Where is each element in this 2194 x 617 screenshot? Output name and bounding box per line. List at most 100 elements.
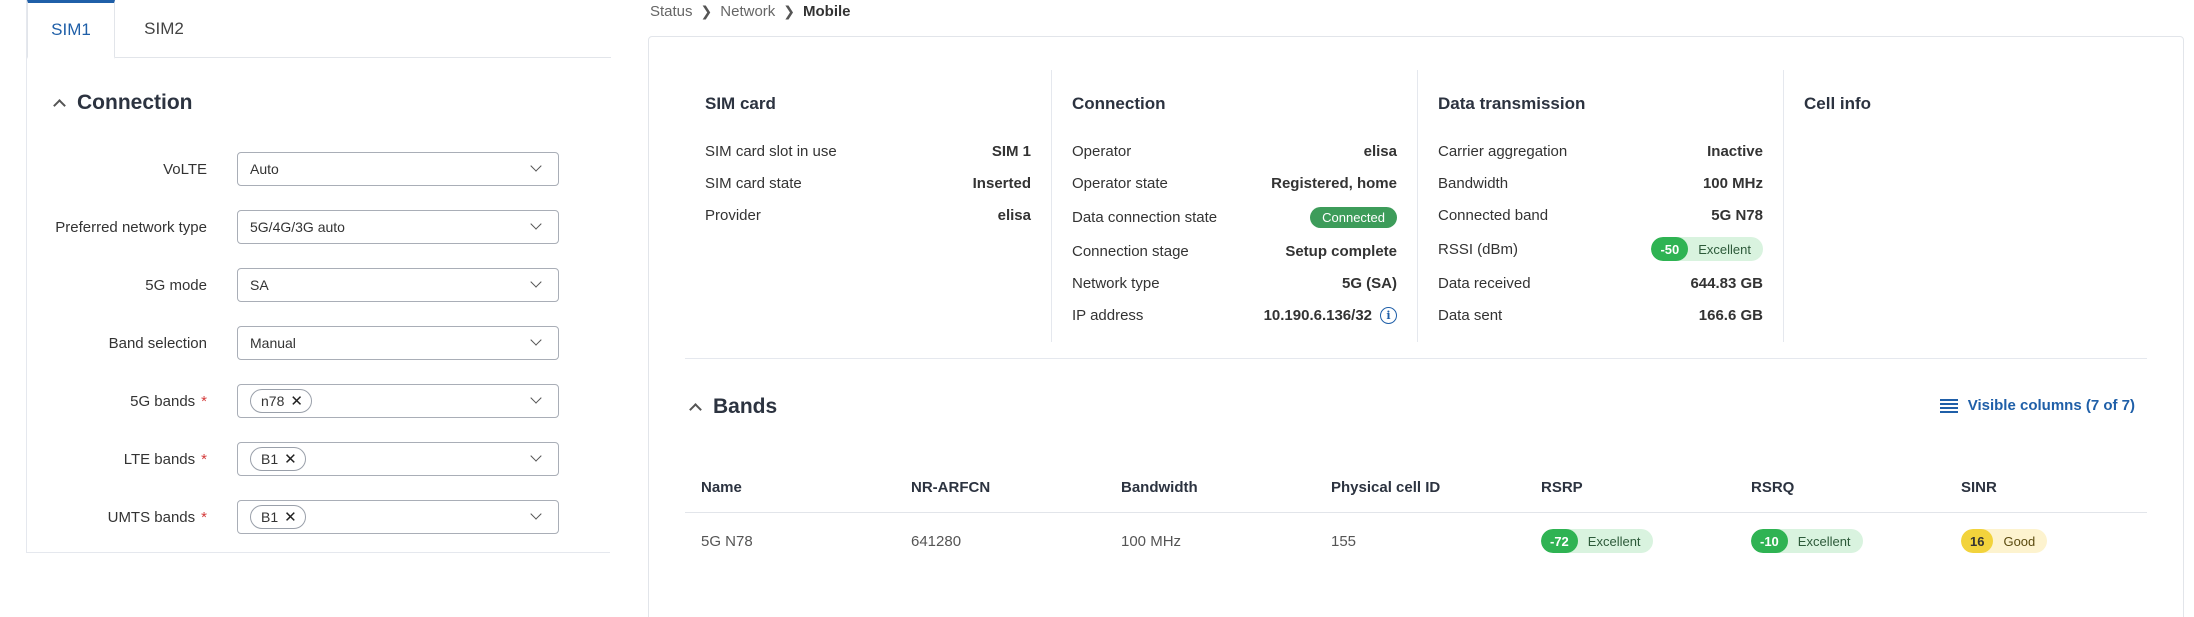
kv-value: 10.190.6.136/32 <box>1263 306 1372 324</box>
band-selection-select[interactable]: Manual <box>237 326 559 360</box>
kv-value: SIM 1 <box>991 142 1031 160</box>
operator-state-row: Operator state Registered, home <box>1072 170 1397 196</box>
breadcrumb-status[interactable]: Status <box>650 3 693 20</box>
kv-key: Bandwidth <box>1438 174 1509 192</box>
tab-sim2[interactable]: SIM2 <box>115 0 213 58</box>
cell-info-column: Cell info <box>1783 70 2149 342</box>
umts-bands-label: UMTS bands * <box>107 508 207 526</box>
kv-key: Operator <box>1072 142 1132 160</box>
table-header: Name NR-ARFCN Bandwidth Physical cell ID… <box>685 463 2147 513</box>
5g-mode-select[interactable]: SA <box>237 268 559 302</box>
connected-band-row: Connected band 5G N78 <box>1438 202 1763 228</box>
remove-chip-icon[interactable]: ✕ <box>284 510 297 525</box>
chip-label: B1 <box>261 509 279 525</box>
mobile-status-card: SIM card SIM card slot in use SIM 1 SIM c… <box>648 36 2184 617</box>
5g-mode-value: SA <box>250 277 269 293</box>
remove-chip-icon[interactable]: ✕ <box>284 452 297 467</box>
cell-rsrp: -72 Excellent <box>1541 513 1653 569</box>
kv-value: elisa <box>1363 142 1397 160</box>
column-header-name[interactable]: Name <box>701 463 742 512</box>
status-badge: Connected <box>1310 206 1397 228</box>
5g-mode-row: 5G mode SA <box>27 268 611 302</box>
pill-label: Excellent <box>1797 533 1851 549</box>
kv-key: Carrier aggregation <box>1438 142 1568 160</box>
breadcrumb-network[interactable]: Network <box>720 3 775 20</box>
visible-columns-button[interactable]: Visible columns (7 of 7) <box>1939 397 2135 414</box>
preferred-network-type-select[interactable]: 5G/4G/3G auto <box>237 210 559 244</box>
kv-key: Data sent <box>1438 306 1503 324</box>
column-header-physical-cell-id[interactable]: Physical cell ID <box>1331 463 1440 512</box>
kv-key: SIM card state <box>705 174 802 192</box>
pill-value: 16 <box>1961 529 1994 553</box>
cell-rsrq: -10 Excellent <box>1751 513 1863 569</box>
5g-bands-row: 5G bands * n78 ✕ <box>27 384 611 418</box>
remove-chip-icon[interactable]: ✕ <box>290 394 303 409</box>
chevron-down-icon <box>532 337 542 347</box>
5g-bands-multiselect[interactable]: n78 ✕ <box>237 384 559 418</box>
columns-list-icon <box>1939 398 1958 413</box>
kv-value: 100 MHz <box>1702 174 1763 192</box>
kv-value: Setup complete <box>1285 242 1397 260</box>
kv-key: Data received <box>1438 274 1531 292</box>
column-header-rsrq[interactable]: RSRQ <box>1751 463 1794 512</box>
lte-bands-multiselect[interactable]: B1 ✕ <box>237 442 559 476</box>
chip-label: B1 <box>261 451 279 467</box>
kv-key: Provider <box>705 206 761 224</box>
volte-select[interactable]: Auto <box>237 152 559 186</box>
kv-value: 5G (SA) <box>1341 274 1397 292</box>
network-type-row: Network type 5G (SA) <box>1072 270 1397 296</box>
info-icon[interactable]: i <box>1380 306 1397 324</box>
chip-label: n78 <box>261 393 285 409</box>
kv-value: 166.6 GB <box>1698 306 1763 324</box>
rssi-row: RSSI (dBm) -50 Excellent <box>1438 236 1763 262</box>
required-marker: * <box>201 392 207 410</box>
bands-table: Name NR-ARFCN Bandwidth Physical cell ID… <box>685 463 2147 569</box>
kv-value: Inserted <box>972 174 1031 192</box>
pill-label: Excellent <box>1587 533 1641 549</box>
connection-section-toggle[interactable]: Connection <box>53 91 193 115</box>
band-selection-label: Band selection <box>108 334 207 352</box>
cell-bandwidth: 100 MHz <box>1121 532 1182 550</box>
sim-card-title: SIM card <box>705 94 776 113</box>
volte-value: Auto <box>250 161 279 177</box>
preferred-network-type-value: 5G/4G/3G auto <box>250 219 345 235</box>
kv-value: Inactive <box>1707 142 1763 160</box>
ip-address-row: IP address 10.190.6.136/32 i <box>1072 302 1397 328</box>
cell-sinr: 16 Good <box>1961 513 2048 569</box>
breadcrumb-current: Mobile <box>803 2 851 20</box>
chevron-down-icon <box>532 279 542 289</box>
kv-value: elisa <box>997 206 1031 224</box>
tab-sim1-label: SIM1 <box>51 20 91 39</box>
umts-bands-multiselect[interactable]: B1 ✕ <box>237 500 559 534</box>
column-header-sinr[interactable]: SINR <box>1961 463 1997 512</box>
connection-info-title: Connection <box>1072 94 1166 113</box>
chevron-up-icon <box>689 401 701 413</box>
column-header-nr-arfcn[interactable]: NR-ARFCN <box>911 463 990 512</box>
kv-key: Connected band <box>1438 206 1549 224</box>
cell-physical-cell-id: 155 <box>1331 532 1357 550</box>
tab-sim1[interactable]: SIM1 <box>27 0 115 59</box>
required-marker: * <box>201 450 207 468</box>
kv-key: SIM card slot in use <box>705 142 837 160</box>
column-header-bandwidth[interactable]: Bandwidth <box>1121 463 1198 512</box>
umts-bands-row: UMTS bands * B1 ✕ <box>27 500 611 534</box>
kv-value: 5G N78 <box>1711 206 1763 224</box>
chevron-right-icon: ❯ <box>783 2 796 19</box>
chevron-down-icon <box>532 163 542 173</box>
lte-bands-label: LTE bands * <box>123 450 207 468</box>
chevron-up-icon <box>53 97 65 109</box>
pill-label: Good <box>2003 533 2036 549</box>
column-header-rsrp[interactable]: RSRP <box>1541 463 1583 512</box>
visible-columns-label: Visible columns (7 of 7) <box>1967 397 2135 414</box>
tab-sim2-label: SIM2 <box>144 19 184 38</box>
data-connection-state-row: Data connection state Connected <box>1072 204 1397 230</box>
band-chip-b1: B1 ✕ <box>250 505 306 529</box>
volte-row: VoLTE Auto <box>27 152 611 186</box>
bands-section-toggle[interactable]: Bands <box>689 395 777 419</box>
chevron-down-icon <box>532 453 542 463</box>
pill-value: -10 <box>1751 529 1788 553</box>
data-sent-row: Data sent 166.6 GB <box>1438 302 1763 328</box>
sim-state-row: SIM card state Inserted <box>705 170 1031 196</box>
5g-bands-label: 5G bands * <box>130 392 207 410</box>
data-received-row: Data received 644.83 GB <box>1438 270 1763 296</box>
